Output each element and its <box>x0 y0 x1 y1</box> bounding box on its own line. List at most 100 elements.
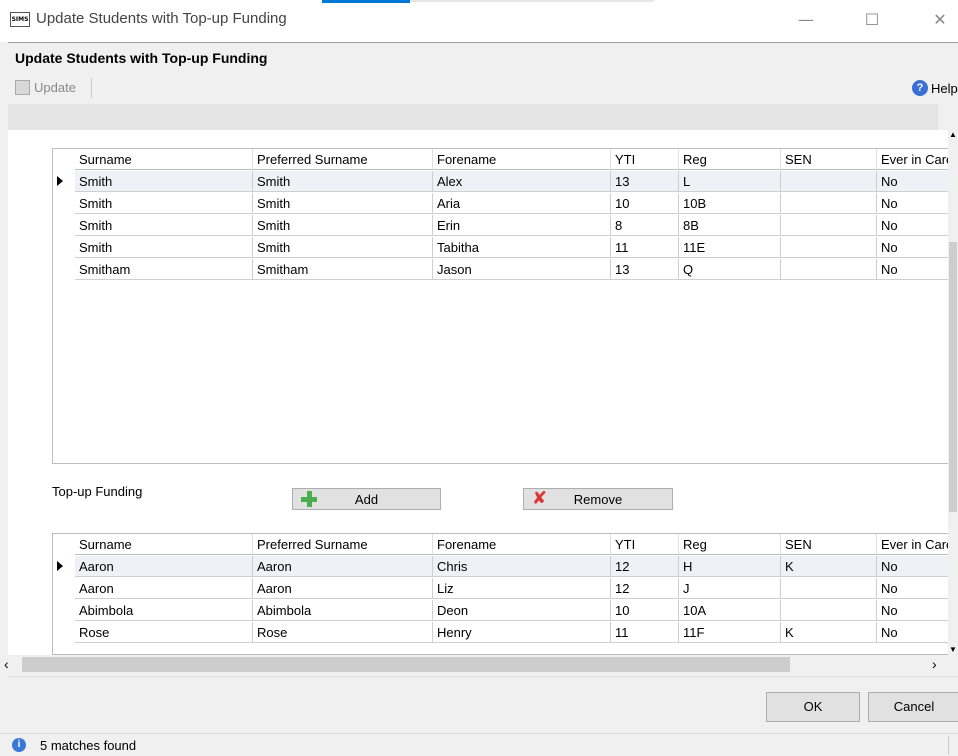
cell-yti[interactable]: 10 <box>611 193 679 214</box>
cell-preferred-surname[interactable]: Aaron <box>253 578 433 599</box>
vertical-scroll-thumb[interactable] <box>949 242 957 512</box>
cell-reg[interactable]: Q <box>679 259 781 280</box>
cell-ever-in-care[interactable]: No <box>877 600 948 621</box>
cell-forename[interactable]: Erin <box>433 215 611 236</box>
cell-forename[interactable]: Deon <box>433 600 611 621</box>
horizontal-scrollbar[interactable]: ‹ › <box>0 655 958 675</box>
cell-sen[interactable] <box>781 171 877 192</box>
cell-sen[interactable] <box>781 578 877 599</box>
cell-yti[interactable]: 8 <box>611 215 679 236</box>
remove-button[interactable]: ✘ Remove <box>523 488 673 510</box>
cell-ever-in-care[interactable]: No <box>877 171 948 192</box>
update-button[interactable]: Update <box>15 80 76 95</box>
cell-forename[interactable]: Jason <box>433 259 611 280</box>
cell-yti[interactable]: 11 <box>611 622 679 643</box>
column-header-forename[interactable]: Forename <box>433 534 611 555</box>
column-header-reg[interactable]: Reg <box>679 149 781 170</box>
table-row[interactable]: Smith Smith Erin 8 8B No <box>53 215 948 237</box>
column-header-ever-in-care[interactable]: Ever in Care <box>877 534 948 555</box>
cell-yti[interactable]: 12 <box>611 556 679 577</box>
cell-reg[interactable]: 8B <box>679 215 781 236</box>
cell-surname[interactable]: Smith <box>75 171 253 192</box>
cell-sen[interactable] <box>781 600 877 621</box>
column-header-ever-in-care[interactable]: Ever in Care <box>877 149 948 170</box>
cell-yti[interactable]: 10 <box>611 600 679 621</box>
cell-forename[interactable]: Aria <box>433 193 611 214</box>
column-header-sen[interactable]: SEN <box>781 149 877 170</box>
cell-yti[interactable]: 13 <box>611 171 679 192</box>
column-header-surname[interactable]: Surname <box>75 534 253 555</box>
cell-yti[interactable]: 12 <box>611 578 679 599</box>
cell-surname[interactable]: Abimbola <box>75 600 253 621</box>
minimize-button[interactable]: — <box>792 8 820 32</box>
cell-forename[interactable]: Tabitha <box>433 237 611 258</box>
table-row[interactable]: Abimbola Abimbola Deon 10 10A No <box>53 600 948 622</box>
cell-reg[interactable]: 11E <box>679 237 781 258</box>
vertical-scrollbar[interactable]: ▲ ▼ <box>948 130 958 656</box>
cancel-button[interactable]: Cancel <box>868 692 958 722</box>
cell-surname[interactable]: Smith <box>75 237 253 258</box>
cell-sen[interactable] <box>781 259 877 280</box>
cell-surname[interactable]: Smitham <box>75 259 253 280</box>
cell-reg[interactable]: 10A <box>679 600 781 621</box>
cell-forename[interactable]: Henry <box>433 622 611 643</box>
students-grid[interactable]: Surname Preferred Surname Forename YTI Reg SE… <box>52 148 948 464</box>
cell-reg[interactable]: 11F <box>679 622 781 643</box>
cell-sen[interactable]: K <box>781 556 877 577</box>
cell-reg[interactable]: L <box>679 171 781 192</box>
column-header-preferred-surname[interactable]: Preferred Surname <box>253 149 433 170</box>
column-header-yti[interactable]: YTI <box>611 534 679 555</box>
cell-forename[interactable]: Liz <box>433 578 611 599</box>
table-row[interactable]: Smith Smith Alex 13 L No <box>53 171 948 193</box>
cell-preferred-surname[interactable]: Rose <box>253 622 433 643</box>
column-header-reg[interactable]: Reg <box>679 534 781 555</box>
cell-preferred-surname[interactable]: Smith <box>253 193 433 214</box>
cell-yti[interactable]: 11 <box>611 237 679 258</box>
cell-sen[interactable] <box>781 237 877 258</box>
add-button[interactable]: Add <box>292 488 441 510</box>
ok-button[interactable]: OK <box>766 692 860 722</box>
table-row[interactable]: Rose Rose Henry 11 11F K No <box>53 622 948 644</box>
table-row[interactable]: Smith Smith Aria 10 10B No <box>53 193 948 215</box>
cell-ever-in-care[interactable]: No <box>877 215 948 236</box>
maximize-button[interactable]: ☐ <box>858 8 886 32</box>
cell-surname[interactable]: Rose <box>75 622 253 643</box>
cell-preferred-surname[interactable]: Smitham <box>253 259 433 280</box>
topup-students-grid[interactable]: Surname Preferred Surname Forename YTI Reg SE… <box>52 533 948 655</box>
cell-reg[interactable]: 10B <box>679 193 781 214</box>
table-row[interactable]: Smitham Smitham Jason 13 Q No <box>53 259 948 281</box>
cell-surname[interactable]: Aaron <box>75 556 253 577</box>
cell-ever-in-care[interactable]: No <box>877 193 948 214</box>
column-header-preferred-surname[interactable]: Preferred Surname <box>253 534 433 555</box>
help-button[interactable]: ? Help <box>912 80 958 96</box>
scroll-left-icon[interactable]: ‹ <box>4 656 9 672</box>
cell-preferred-surname[interactable]: Smith <box>253 237 433 258</box>
column-header-yti[interactable]: YTI <box>611 149 679 170</box>
scroll-up-icon[interactable]: ▲ <box>948 130 958 139</box>
cell-yti[interactable]: 13 <box>611 259 679 280</box>
cell-ever-in-care[interactable]: No <box>877 578 948 599</box>
cell-sen[interactable] <box>781 215 877 236</box>
table-row[interactable]: Aaron Aaron Liz 12 J No <box>53 578 948 600</box>
cell-ever-in-care[interactable]: No <box>877 259 948 280</box>
close-button[interactable]: ✕ <box>926 8 954 32</box>
cell-reg[interactable]: J <box>679 578 781 599</box>
cell-sen[interactable]: K <box>781 622 877 643</box>
cell-ever-in-care[interactable]: No <box>877 622 948 643</box>
cell-forename[interactable]: Chris <box>433 556 611 577</box>
cell-preferred-surname[interactable]: Smith <box>253 215 433 236</box>
cell-preferred-surname[interactable]: Smith <box>253 171 433 192</box>
cell-surname[interactable]: Smith <box>75 215 253 236</box>
scroll-down-icon[interactable]: ▼ <box>948 645 958 654</box>
cell-forename[interactable]: Alex <box>433 171 611 192</box>
cell-ever-in-care[interactable]: No <box>877 237 948 258</box>
cell-surname[interactable]: Aaron <box>75 578 253 599</box>
scroll-right-icon[interactable]: › <box>932 656 937 672</box>
table-row[interactable]: Aaron Aaron Chris 12 H K No <box>53 556 948 578</box>
cell-preferred-surname[interactable]: Aaron <box>253 556 433 577</box>
column-header-forename[interactable]: Forename <box>433 149 611 170</box>
column-header-surname[interactable]: Surname <box>75 149 253 170</box>
cell-surname[interactable]: Smith <box>75 193 253 214</box>
column-header-sen[interactable]: SEN <box>781 534 877 555</box>
cell-reg[interactable]: H <box>679 556 781 577</box>
